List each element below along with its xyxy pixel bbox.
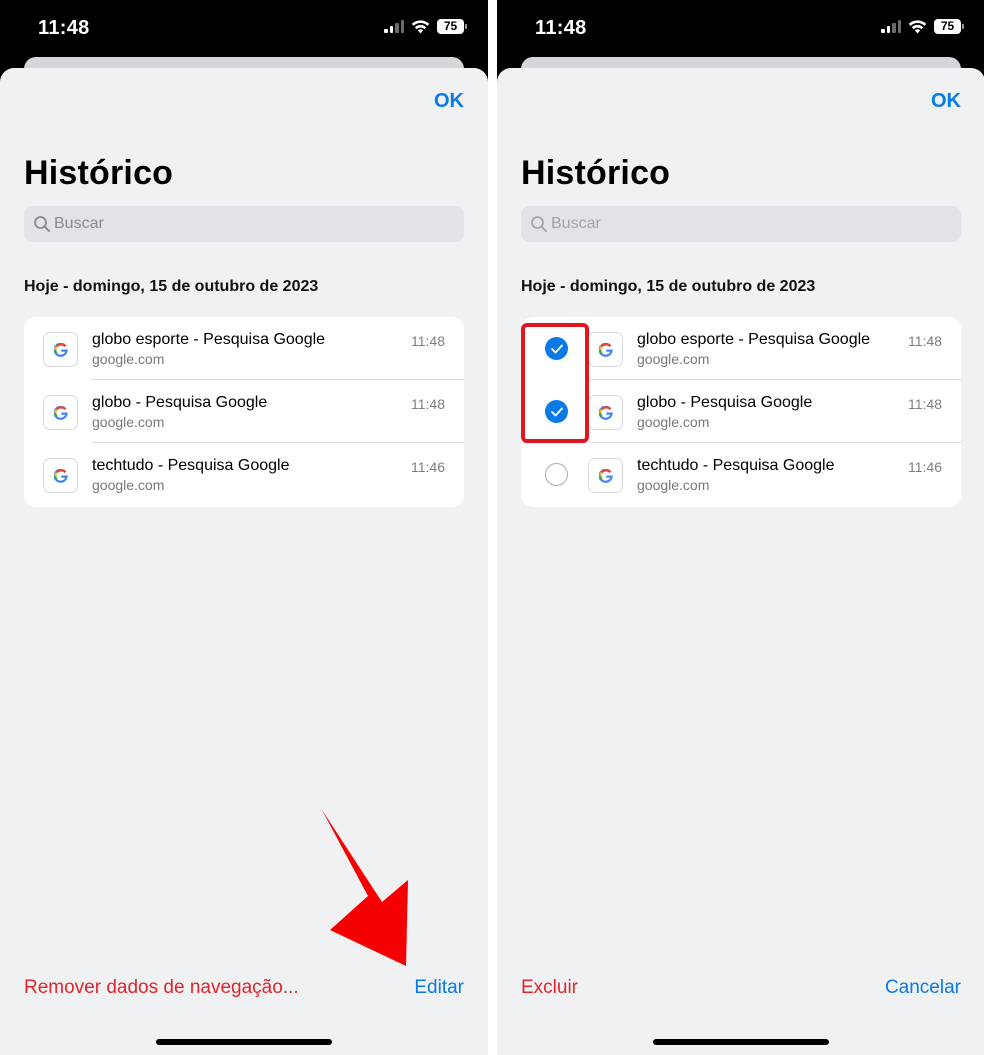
search-input[interactable]: [54, 206, 434, 242]
cancel-button[interactable]: Cancelar: [885, 977, 961, 999]
red-arrow-annotation-icon: [322, 810, 408, 966]
history-item-url: google.com: [92, 351, 165, 367]
history-sheet: OK Histórico Hoje - domingo, 15 de outub…: [497, 68, 984, 1055]
section-header-date: Hoje - domingo, 15 de outubro de 2023: [521, 278, 816, 295]
search-icon: [531, 216, 547, 232]
search-bar[interactable]: [24, 206, 464, 242]
history-item-title: globo - Pesquisa Google: [637, 394, 813, 411]
search-icon: [34, 216, 50, 232]
search-input[interactable]: [551, 206, 931, 242]
status-time: 11:48: [38, 17, 90, 39]
battery-icon: 75: [437, 19, 467, 34]
delete-button[interactable]: Excluir: [521, 977, 578, 999]
history-item-title: globo esporte - Pesquisa Google: [92, 331, 326, 348]
history-item-title: globo esporte - Pesquisa Google: [637, 331, 871, 348]
history-item-time: 11:48: [411, 396, 445, 412]
home-indicator[interactable]: [653, 1039, 829, 1045]
history-item-title: techtudo - Pesquisa Google: [92, 457, 290, 474]
google-g-icon: [588, 395, 623, 430]
red-highlight-box: [521, 323, 589, 443]
history-item-time: 11:46: [411, 459, 445, 475]
history-item-title: techtudo - Pesquisa Google: [637, 457, 835, 474]
battery-icon: 75: [934, 19, 964, 34]
history-item-url: google.com: [637, 351, 710, 367]
selection-checkbox-unchecked[interactable]: [545, 463, 568, 486]
phone-screen-history: 11:48 75 OK Histórico Hoje - domingo, 15…: [0, 0, 488, 1055]
clear-browsing-data-button[interactable]: Remover dados de navegação...: [24, 977, 299, 999]
history-item-url: google.com: [92, 414, 165, 430]
status-bar: 11:48 75: [0, 0, 488, 58]
ok-button[interactable]: OK: [931, 90, 961, 113]
search-bar[interactable]: [521, 206, 961, 242]
history-item-time: 11:48: [908, 333, 942, 349]
cellular-signal-icon: [384, 20, 404, 33]
history-item-time: 11:48: [411, 333, 445, 349]
wifi-icon: [908, 19, 927, 33]
history-item-url: google.com: [92, 477, 165, 493]
history-item-time: 11:48: [908, 396, 942, 412]
history-item-url: google.com: [637, 414, 710, 430]
section-header-date: Hoje - domingo, 15 de outubro de 2023: [24, 278, 319, 295]
google-g-icon: [43, 332, 78, 367]
history-item[interactable]: techtudo - Pesquisa Google google.com 11…: [521, 443, 961, 506]
history-item-url: google.com: [637, 477, 710, 493]
google-g-icon: [588, 332, 623, 367]
phone-screen-history-edit: 11:48 75 OK Histórico Hoje - domingo, 15…: [497, 0, 984, 1055]
google-g-icon: [43, 458, 78, 493]
history-sheet: OK Histórico Hoje - domingo, 15 de outub…: [0, 68, 488, 1055]
history-item[interactable]: globo - Pesquisa Google google.com 11:48: [24, 380, 464, 443]
ok-button[interactable]: OK: [434, 90, 464, 113]
home-indicator[interactable]: [156, 1039, 332, 1045]
page-title: Histórico: [521, 154, 671, 192]
history-item-time: 11:46: [908, 459, 942, 475]
page-title: Histórico: [24, 154, 174, 192]
history-item[interactable]: globo esporte - Pesquisa Google google.c…: [24, 317, 464, 380]
edit-button[interactable]: Editar: [414, 977, 464, 999]
google-g-icon: [43, 395, 78, 430]
google-g-icon: [588, 458, 623, 493]
history-list: globo esporte - Pesquisa Google google.c…: [24, 317, 464, 507]
cellular-signal-icon: [881, 20, 901, 33]
status-bar: 11:48 75: [497, 0, 984, 58]
wifi-icon: [411, 19, 430, 33]
status-time: 11:48: [535, 17, 587, 39]
history-item[interactable]: techtudo - Pesquisa Google google.com 11…: [24, 443, 464, 506]
history-item-title: globo - Pesquisa Google: [92, 394, 268, 411]
